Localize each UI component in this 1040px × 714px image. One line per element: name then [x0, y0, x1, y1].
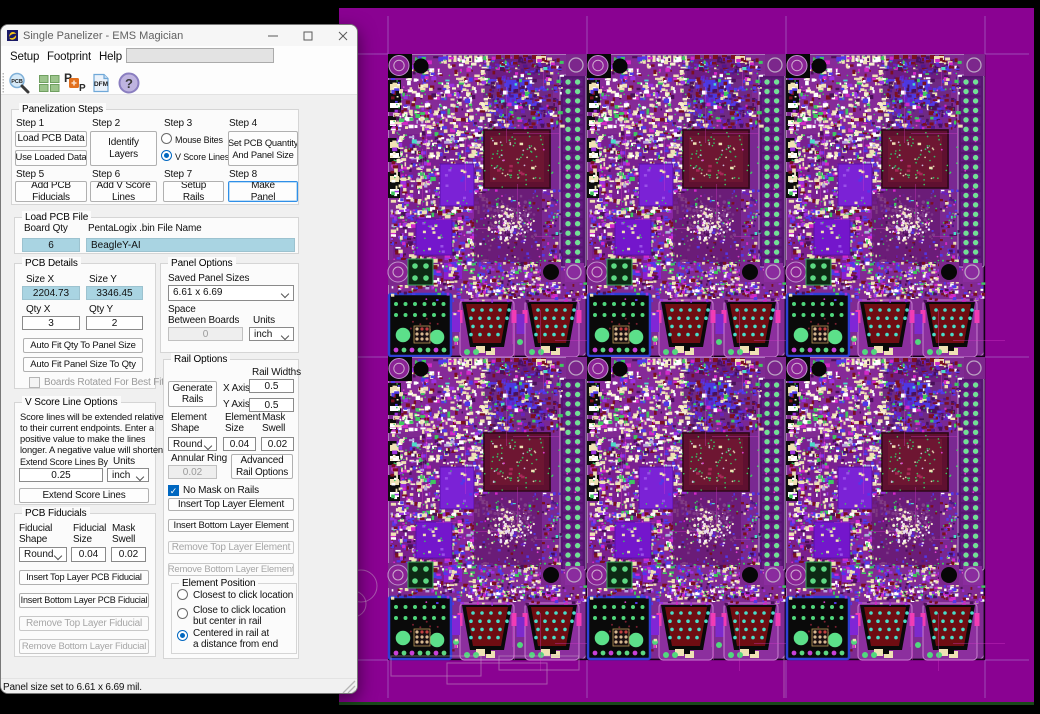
- svg-text:?: ?: [125, 76, 133, 91]
- svg-text:P: P: [79, 83, 86, 94]
- svg-text:PCB: PCB: [11, 79, 23, 85]
- svg-text:DFM: DFM: [94, 81, 108, 88]
